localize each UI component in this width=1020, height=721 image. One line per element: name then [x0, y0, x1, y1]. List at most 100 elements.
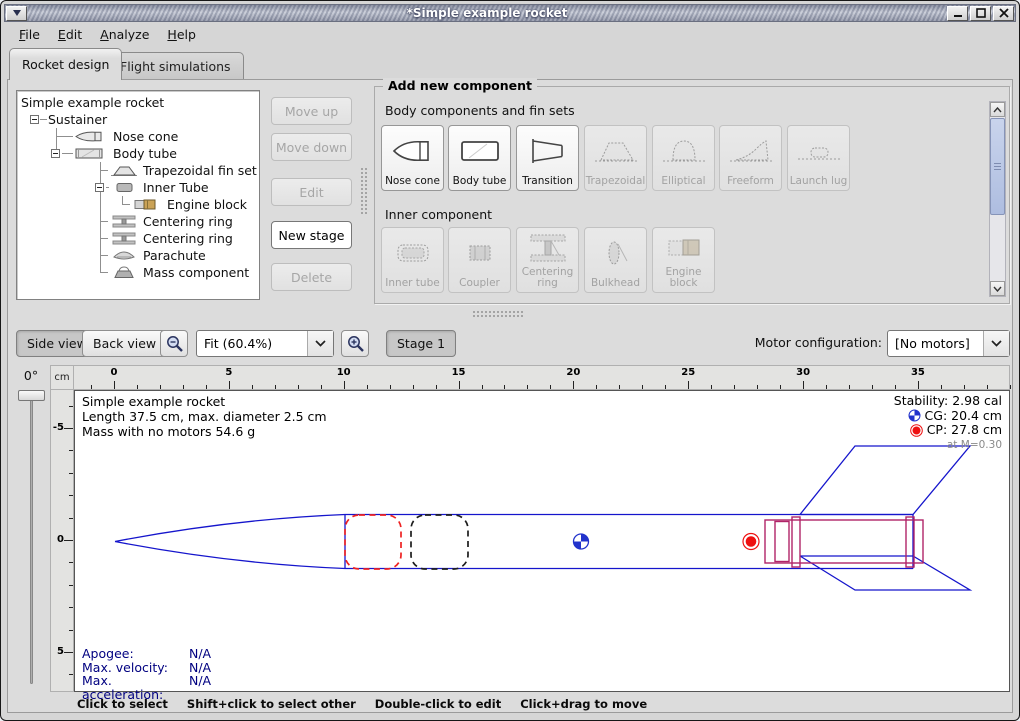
- motor-config-select[interactable]: [No motors]: [887, 330, 1010, 357]
- trapezoidal-fin-icon: [593, 126, 639, 176]
- add-engine-block-button[interactable]: Engine block: [652, 227, 715, 293]
- delete-button[interactable]: Delete: [271, 263, 352, 291]
- tree-item-rocket[interactable]: Simple example rocket: [17, 94, 259, 111]
- parachute-outline: [345, 515, 401, 569]
- hint-select: Click to select: [77, 697, 168, 711]
- component-tree[interactable]: Simple example rocket Sustainer Nose con…: [16, 90, 260, 300]
- add-centering-ring-button[interactable]: Centering ring: [516, 227, 579, 293]
- horizontal-splitter-handle[interactable]: [472, 310, 524, 318]
- add-nose-cone-button[interactable]: Nose cone: [381, 125, 444, 191]
- chevron-up-icon: [993, 107, 1002, 113]
- move-up-button[interactable]: Move up: [271, 97, 352, 125]
- tree-item-body-tube[interactable]: Body tube: [17, 145, 259, 162]
- add-freeform-fin-button[interactable]: Freeform: [719, 125, 782, 191]
- cg-icon: [908, 409, 921, 422]
- centering-ring-icon: [525, 228, 571, 267]
- collapse-icon[interactable]: [95, 183, 104, 192]
- apogee-label: Apogee:: [82, 647, 189, 661]
- rotation-slider-track[interactable]: [30, 396, 33, 684]
- menu-analyze[interactable]: Analyze: [91, 25, 158, 44]
- tree-item-sustainer[interactable]: Sustainer: [17, 111, 259, 128]
- motor-config-value: [No motors]: [888, 336, 983, 351]
- tree-item-parachute[interactable]: Parachute: [17, 247, 259, 264]
- zoom-select[interactable]: Fit (60.4%): [196, 330, 334, 357]
- scroll-up-button[interactable]: [990, 102, 1005, 117]
- tree-item-inner-tube[interactable]: Inner Tube: [17, 179, 259, 196]
- close-button[interactable]: [993, 6, 1014, 21]
- menu-file[interactable]: File: [10, 25, 49, 44]
- freeform-fin-icon: [728, 126, 774, 176]
- mass-component-outline: [411, 515, 468, 569]
- group-title: Add new component: [383, 78, 537, 93]
- maximize-icon: [976, 8, 986, 18]
- tree-item-centering-ring-2[interactable]: Centering ring: [17, 230, 259, 247]
- hint-double-click: Double-click to edit: [375, 697, 501, 711]
- menu-edit[interactable]: Edit: [49, 25, 91, 44]
- vertical-splitter-handle[interactable]: [360, 167, 367, 215]
- body-tube-icon: [457, 126, 503, 176]
- rocket-figure-canvas[interactable]: Simple example rocketLength 37.5 cm, max…: [74, 390, 1010, 692]
- collapse-icon[interactable]: [30, 115, 39, 124]
- zoom-out-button[interactable]: [160, 330, 188, 357]
- add-launch-lug-button[interactable]: Launch lug: [787, 125, 850, 191]
- add-trapezoidal-fin-button[interactable]: Trapezoidal: [584, 125, 647, 191]
- chevron-down-icon: [993, 286, 1002, 292]
- minimize-button[interactable]: [947, 6, 968, 21]
- move-down-button[interactable]: Move down: [271, 133, 352, 161]
- maximize-button[interactable]: [970, 6, 991, 21]
- tree-item-centering-ring-1[interactable]: Centering ring: [17, 213, 259, 230]
- add-bulkhead-button[interactable]: Bulkhead: [584, 227, 647, 293]
- add-component-group: Add new component Body components and fi…: [374, 86, 1010, 304]
- rotation-slider[interactable]: [14, 388, 48, 688]
- scroll-down-button[interactable]: [990, 281, 1005, 296]
- menu-help[interactable]: Help: [158, 25, 205, 44]
- close-icon: [999, 8, 1009, 18]
- add-elliptical-fin-button[interactable]: Elliptical: [652, 125, 715, 191]
- add-coupler-button[interactable]: Coupler: [448, 227, 511, 293]
- back-view-button[interactable]: Back view: [82, 330, 167, 357]
- zoom-in-button[interactable]: [341, 330, 369, 357]
- mach-note: at M=0.30: [894, 438, 1002, 453]
- add-inner-tube-button[interactable]: Inner tube: [381, 227, 444, 293]
- edit-button[interactable]: Edit: [271, 178, 352, 206]
- bulkhead-icon: [593, 228, 639, 278]
- rotation-slider-handle[interactable]: [18, 390, 45, 401]
- stage-1-toggle[interactable]: Stage 1: [386, 330, 456, 357]
- max-velocity-value: N/A: [189, 661, 211, 675]
- rotation-angle-label: 0°: [14, 368, 48, 383]
- tab-flight-simulations[interactable]: Flight simulations: [107, 52, 244, 80]
- scrollbar-thumb[interactable]: [990, 118, 1005, 215]
- add-body-tube-button[interactable]: Body tube: [448, 125, 511, 191]
- inner-component-label: Inner component: [385, 207, 492, 222]
- hint-drag: Click+drag to move: [520, 697, 647, 711]
- tree-item-nose-cone[interactable]: Nose cone: [17, 128, 259, 145]
- zoom-value: Fit (60.4%): [197, 336, 307, 351]
- rocket-design-panel: Simple example rocket Sustainer Nose con…: [7, 79, 1013, 713]
- parachute-icon: [110, 249, 138, 265]
- ruler-unit-label: cm: [50, 365, 74, 390]
- stability-value: Stability: 2.98 cal: [894, 394, 1002, 409]
- cp-value: CP: 27.8 cm: [927, 423, 1002, 438]
- menu-bar: File Edit Analyze Help: [4, 22, 1016, 46]
- component-scrollbar[interactable]: [989, 101, 1006, 297]
- title-bar[interactable]: *Simple example rocket: [4, 4, 1016, 22]
- window-menu-button[interactable]: [6, 6, 27, 21]
- inner-tube-icon: [110, 181, 138, 197]
- centering-ring-icon: [110, 232, 138, 248]
- tree-item-engine-block[interactable]: Engine block: [17, 196, 259, 213]
- tree-item-fin-set[interactable]: Trapezoidal fin set: [17, 162, 259, 179]
- collapse-icon[interactable]: [51, 149, 60, 158]
- launch-lug-icon: [796, 126, 842, 176]
- new-stage-button[interactable]: New stage: [271, 221, 352, 249]
- rocket-info: Simple example rocketLength 37.5 cm, max…: [82, 394, 327, 439]
- elliptical-fin-icon: [661, 126, 707, 176]
- tree-item-mass-component[interactable]: Mass component: [17, 264, 259, 281]
- minimize-icon: [953, 8, 963, 18]
- hint-shift-select: Shift+click to select other: [187, 697, 356, 711]
- tab-rocket-design[interactable]: Rocket design: [9, 48, 122, 80]
- tab-bar: Rocket design Flight simulations: [4, 46, 1016, 80]
- cp-row: CP: 27.8 cm: [894, 423, 1002, 438]
- trapezoidal-fin-icon: [110, 164, 138, 180]
- cg-row: CG: 20.4 cm: [894, 409, 1002, 424]
- add-transition-button[interactable]: Transition: [516, 125, 579, 191]
